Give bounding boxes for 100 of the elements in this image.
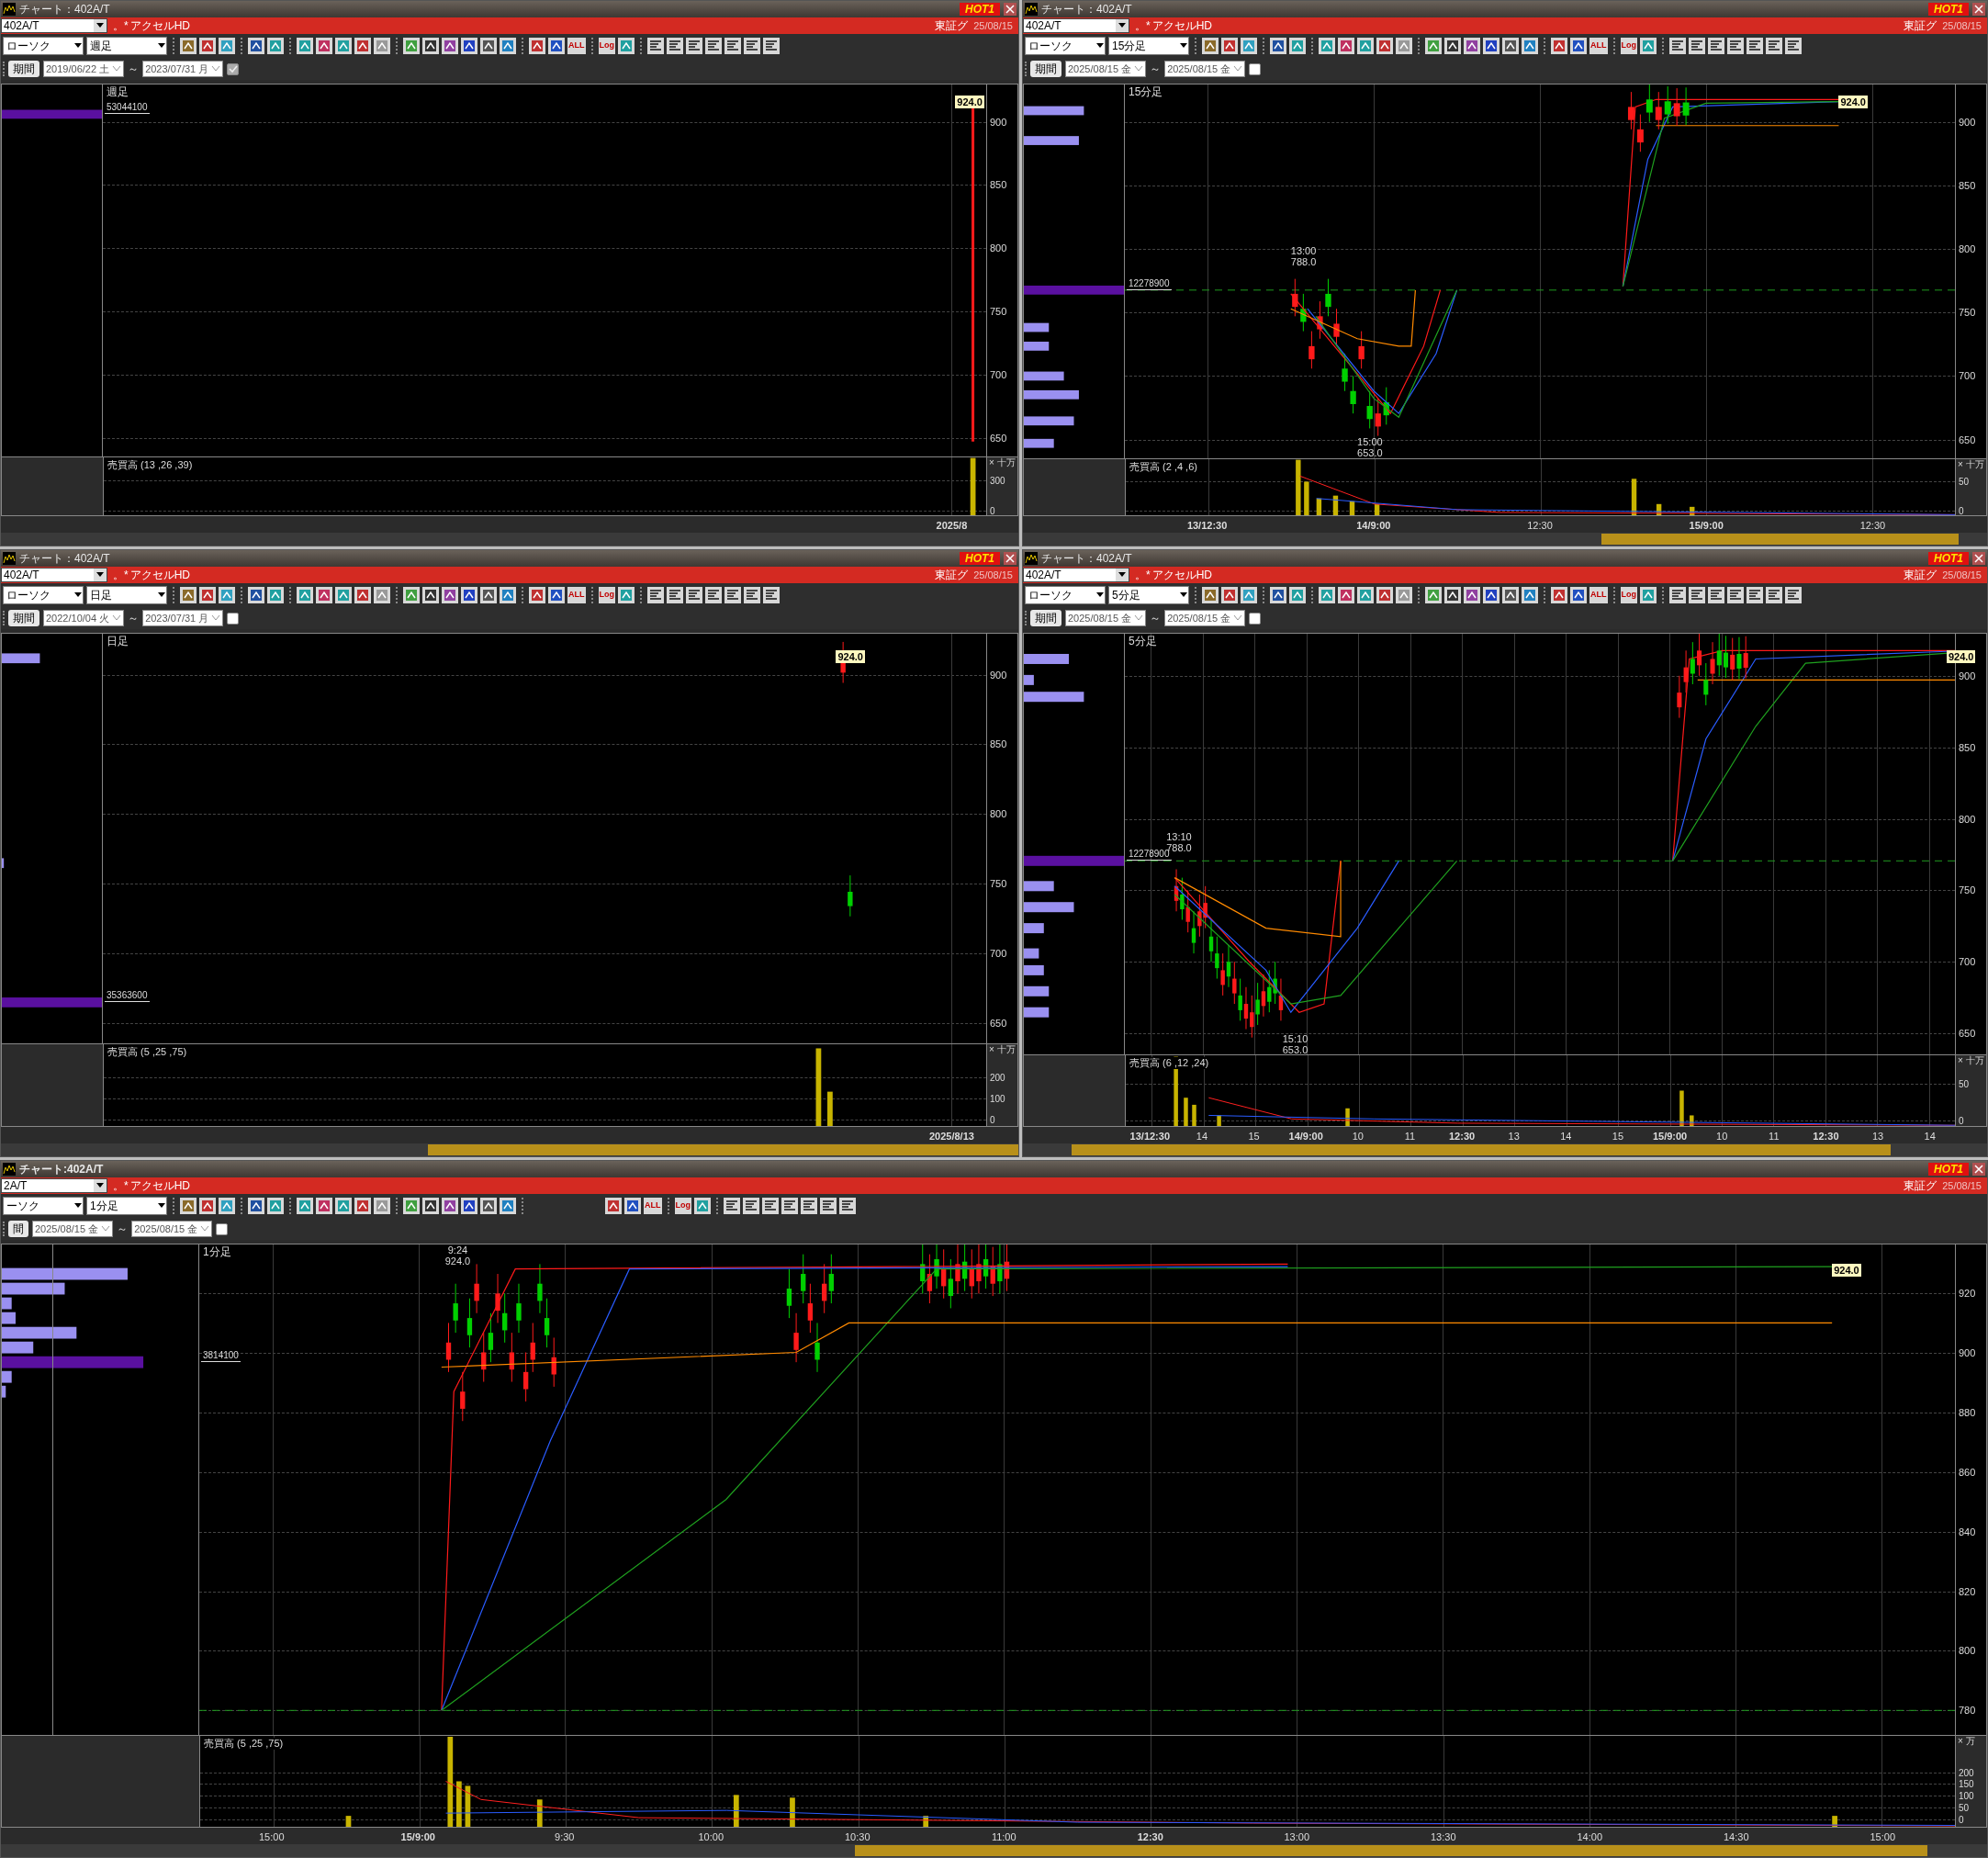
start-date-field[interactable]: 2025/08/15 金 [1065, 610, 1147, 626]
interval-select[interactable]: 1分足 [86, 1197, 167, 1215]
time-axis-label: 14/9:00 [1288, 1130, 1323, 1143]
window-title: チャート：402A/T [1041, 2, 1132, 17]
range-separator: ～ [1150, 611, 1162, 626]
price-axis-label: 850 [1959, 740, 1976, 755]
range-separator: ～ [128, 62, 140, 77]
end-date-field[interactable]: 2025/08/15 金 [131, 1221, 213, 1237]
toolbar-button[interactable]: ALL [644, 1198, 662, 1214]
toolbar-button[interactable]: Log [674, 1198, 691, 1214]
symbol-mark: 。* [1135, 568, 1151, 583]
price-axis-label: 650 [990, 1016, 1007, 1030]
price-axis-label: 750 [990, 876, 1007, 891]
start-date-field[interactable]: 2019/06/22 土 [43, 61, 125, 77]
chart-period-label: 1分足 [203, 1245, 231, 1258]
end-date-field[interactable]: 2023/07/31 月 [142, 610, 224, 626]
price-axis-label: 700 [990, 367, 1007, 382]
volume-label: 売買高 (2 ,4 ,6) [1129, 461, 1199, 473]
period-button[interactable]: 間 [8, 1221, 28, 1237]
interval-select[interactable]: 5分足 [1108, 586, 1189, 604]
start-date-field[interactable]: 2025/08/15 金 [32, 1221, 114, 1237]
window-title: チャート：402A/T [19, 2, 110, 17]
price-axis-label: 900 [1959, 1346, 1976, 1360]
price-axis-label: 750 [1959, 884, 1976, 898]
chart-type-select[interactable]: ローソク [3, 37, 84, 55]
toolbar-button[interactable]: Log [598, 587, 615, 603]
profile-peak-value: 35363600 [105, 990, 150, 1003]
time-axis-label: 14 [1924, 1130, 1936, 1143]
chart-type-select[interactable]: ローソク [1025, 37, 1106, 55]
symbol-mark: 。* [113, 18, 129, 34]
price-axis-label: 700 [990, 946, 1007, 961]
period-button[interactable]: 期間 [1030, 610, 1061, 626]
chart-type-select[interactable]: ーソク [3, 1197, 84, 1215]
time-axis-label: 14:30 [1724, 1830, 1749, 1844]
time-axis-label: 15 [1612, 1130, 1624, 1143]
price-axis-label: 840 [1959, 1525, 1976, 1539]
company-name: アクセルHD [1151, 568, 1212, 583]
interval-select[interactable]: 週足 [86, 37, 167, 55]
time-axis-label: 14 [1196, 1130, 1208, 1143]
time-axis-label: 15/9:00 [1652, 1130, 1688, 1143]
price-axis-label: 800 [990, 241, 1007, 255]
last-price-tag: 924.0 [1946, 650, 1976, 664]
toolbar-button[interactable]: Log [1620, 587, 1637, 603]
volume-axis-label: 50 [1959, 1802, 1970, 1813]
chart-period-label: 週足 [107, 85, 129, 98]
time-axis-label: 13/12:30 [1129, 1130, 1171, 1143]
end-date-field[interactable]: 2025/08/15 金 [1164, 61, 1246, 77]
symbol-code-field[interactable]: 402A/T [1023, 568, 1129, 582]
price-axis-label: 700 [1959, 955, 1976, 969]
toolbar-button[interactable]: ALL [1589, 587, 1608, 603]
toolbar-button[interactable]: ALL [567, 587, 586, 603]
symbol-mark: 。* [113, 568, 129, 583]
price-axis-label: 700 [1959, 369, 1976, 384]
volume-label: 売買高 (5 ,25 ,75) [204, 1738, 286, 1750]
time-axis-label: 15:00 [1870, 1830, 1895, 1844]
period-button[interactable]: 期間 [8, 610, 39, 626]
time-axis-label: 15/9:00 [1689, 519, 1724, 533]
time-axis-label: 14/9:00 [1356, 519, 1391, 533]
price-axis-label: 900 [1959, 669, 1976, 683]
window-title: チャート:402A/T [19, 1162, 104, 1177]
exchange-label: 東証グ [1904, 1178, 1937, 1194]
company-name: アクセルHD [129, 18, 190, 34]
volume-axis-label: 0 [1959, 1115, 1964, 1126]
chart-period-label: 15分足 [1129, 85, 1163, 98]
date-label: 25/08/15 [973, 18, 1013, 33]
volume-label: 売買高 (5 ,25 ,75) [107, 1046, 189, 1058]
price-axis-label: 800 [1959, 812, 1976, 827]
time-axis-label: 10 [1352, 1130, 1364, 1143]
period-button[interactable]: 期間 [1030, 61, 1061, 77]
interval-select[interactable]: 15分足 [1108, 37, 1189, 55]
period-button[interactable]: 期間 [8, 61, 39, 77]
volume-axis-label: 0 [990, 1114, 995, 1125]
toolbar-button[interactable]: ALL [567, 38, 586, 54]
toolbar-button[interactable]: Log [1620, 38, 1637, 54]
toolbar-button[interactable]: ALL [1589, 38, 1608, 54]
toolbar-button[interactable]: Log [598, 38, 615, 54]
volume-axis-label: 100 [990, 1093, 1005, 1104]
volume-axis-label: 200 [990, 1072, 1005, 1083]
chart-type-select[interactable]: ローソク [3, 586, 84, 604]
profile-peak-value: 12278900 [1127, 277, 1172, 290]
chart-type-select[interactable]: ローソク [1025, 586, 1106, 604]
interval-select[interactable]: 日足 [86, 586, 167, 604]
end-date-field[interactable]: 2025/08/15 金 [1164, 610, 1246, 626]
time-axis-label: 12:30 [1449, 1130, 1476, 1143]
time-axis-label: 13/12:30 [1186, 519, 1228, 533]
start-date-field[interactable]: 2025/08/15 金 [1065, 61, 1147, 77]
end-date-field[interactable]: 2023/07/31 月 [142, 61, 224, 77]
company-name: アクセルHD [1151, 18, 1212, 34]
start-date-field[interactable]: 2022/10/04 火 [43, 610, 125, 626]
hot-badge: HOT1 [960, 3, 1000, 16]
symbol-code-field[interactable]: 402A/T [1, 18, 107, 33]
symbol-code-field[interactable]: 402A/T [1, 568, 107, 582]
volume-label: 売買高 (6 ,12 ,24) [1129, 1057, 1211, 1069]
symbol-mark: 。* [113, 1178, 129, 1194]
symbol-code-field[interactable]: 402A/T [1023, 18, 1129, 33]
window-title: チャート：402A/T [1041, 551, 1132, 567]
volume-axis-label: 0 [990, 505, 995, 516]
symbol-code-field[interactable]: 2A/T [1, 1178, 107, 1193]
hot-badge: HOT1 [1928, 552, 1969, 565]
volume-axis-label: 0 [1959, 505, 1964, 516]
